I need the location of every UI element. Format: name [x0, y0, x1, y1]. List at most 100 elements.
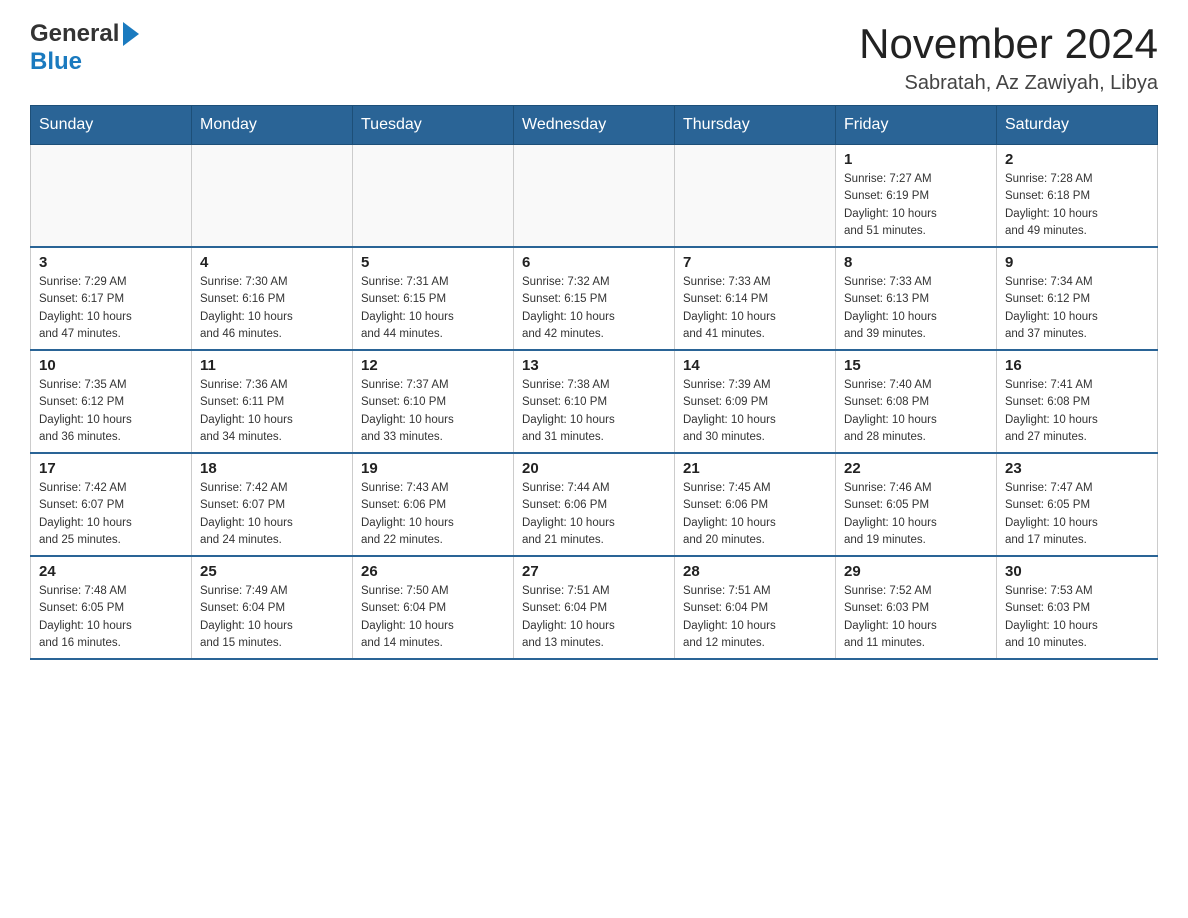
day-number: 17 — [39, 460, 183, 477]
calendar-cell: 12 Sunrise: 7:37 AM Sunset: 6:10 PM Dayli… — [353, 350, 514, 453]
calendar-week-row: 17 Sunrise: 7:42 AM Sunset: 6:07 PM Dayli… — [31, 453, 1158, 556]
day-number: 6 — [522, 254, 666, 271]
calendar-cell: 10 Sunrise: 7:35 AM Sunset: 6:12 PM Dayli… — [31, 350, 192, 453]
weekday-header-tuesday: Tuesday — [353, 106, 514, 145]
calendar-cell: 15 Sunrise: 7:40 AM Sunset: 6:08 PM Dayli… — [836, 350, 997, 453]
weekday-header-thursday: Thursday — [675, 106, 836, 145]
calendar-cell: 26Sunrise: 7:50 AM Sunset: 6:04 PM Dayli… — [353, 556, 514, 659]
calendar-cell: 19 Sunrise: 7:43 AM Sunset: 6:06 PM Dayli… — [353, 453, 514, 556]
calendar-week-row: 24 Sunrise: 7:48 AM Sunset: 6:05 PM Dayli… — [31, 556, 1158, 659]
calendar-cell: 27Sunrise: 7:51 AM Sunset: 6:04 PM Dayli… — [514, 556, 675, 659]
calendar-cell — [514, 145, 675, 248]
day-info: Sunrise: 7:45 AM Sunset: 6:06 PM Dayligh… — [683, 480, 827, 549]
day-number: 18 — [200, 460, 344, 477]
calendar-cell: 13Sunrise: 7:38 AM Sunset: 6:10 PM Dayli… — [514, 350, 675, 453]
day-number: 25 — [200, 563, 344, 580]
day-info: Sunrise: 7:47 AM Sunset: 6:05 PM Dayligh… — [1005, 480, 1149, 549]
day-info: Sunrise: 7:33 AM Sunset: 6:13 PM Dayligh… — [844, 274, 988, 343]
day-number: 20 — [522, 460, 666, 477]
calendar-cell: 18 Sunrise: 7:42 AM Sunset: 6:07 PM Dayli… — [192, 453, 353, 556]
weekday-header-monday: Monday — [192, 106, 353, 145]
weekday-header-friday: Friday — [836, 106, 997, 145]
calendar-cell: 28Sunrise: 7:51 AM Sunset: 6:04 PM Dayli… — [675, 556, 836, 659]
calendar-week-row: 3 Sunrise: 7:29 AM Sunset: 6:17 PM Daylig… — [31, 247, 1158, 350]
day-number: 12 — [361, 357, 505, 374]
calendar-cell — [192, 145, 353, 248]
calendar-cell: 20 Sunrise: 7:44 AM Sunset: 6:06 PM Dayli… — [514, 453, 675, 556]
day-info: Sunrise: 7:29 AM Sunset: 6:17 PM Dayligh… — [39, 274, 183, 343]
day-info: Sunrise: 7:35 AM Sunset: 6:12 PM Dayligh… — [39, 377, 183, 446]
calendar-cell: 21 Sunrise: 7:45 AM Sunset: 6:06 PM Dayli… — [675, 453, 836, 556]
day-number: 8 — [844, 254, 988, 271]
calendar-week-row: 1Sunrise: 7:27 AM Sunset: 6:19 PM Daylig… — [31, 145, 1158, 248]
day-number: 16 — [1005, 357, 1149, 374]
calendar-cell: 2 Sunrise: 7:28 AM Sunset: 6:18 PM Daylig… — [997, 145, 1158, 248]
day-number: 3 — [39, 254, 183, 271]
calendar-cell: 23 Sunrise: 7:47 AM Sunset: 6:05 PM Dayli… — [997, 453, 1158, 556]
calendar-cell: 3 Sunrise: 7:29 AM Sunset: 6:17 PM Daylig… — [31, 247, 192, 350]
calendar-cell: 9 Sunrise: 7:34 AM Sunset: 6:12 PM Daylig… — [997, 247, 1158, 350]
day-number: 9 — [1005, 254, 1149, 271]
day-info: Sunrise: 7:48 AM Sunset: 6:05 PM Dayligh… — [39, 583, 183, 652]
day-info: Sunrise: 7:33 AM Sunset: 6:14 PM Dayligh… — [683, 274, 827, 343]
day-number: 7 — [683, 254, 827, 271]
day-info: Sunrise: 7:44 AM Sunset: 6:06 PM Dayligh… — [522, 480, 666, 549]
day-number: 4 — [200, 254, 344, 271]
day-info: Sunrise: 7:38 AM Sunset: 6:10 PM Dayligh… — [522, 377, 666, 446]
calendar-cell: 29 Sunrise: 7:52 AM Sunset: 6:03 PM Dayli… — [836, 556, 997, 659]
day-info: Sunrise: 7:40 AM Sunset: 6:08 PM Dayligh… — [844, 377, 988, 446]
logo-blue-text: Blue — [30, 48, 82, 75]
page-title: November 2024 — [859, 20, 1158, 68]
calendar-cell: 6 Sunrise: 7:32 AM Sunset: 6:15 PM Daylig… — [514, 247, 675, 350]
day-number: 2 — [1005, 151, 1149, 168]
day-info: Sunrise: 7:52 AM Sunset: 6:03 PM Dayligh… — [844, 583, 988, 652]
page-header: General Blue November 2024 Sabratah, Az … — [30, 20, 1158, 95]
day-info: Sunrise: 7:53 AM Sunset: 6:03 PM Dayligh… — [1005, 583, 1149, 652]
calendar-cell: 7 Sunrise: 7:33 AM Sunset: 6:14 PM Daylig… — [675, 247, 836, 350]
day-info: Sunrise: 7:42 AM Sunset: 6:07 PM Dayligh… — [200, 480, 344, 549]
day-info: Sunrise: 7:37 AM Sunset: 6:10 PM Dayligh… — [361, 377, 505, 446]
day-number: 26 — [361, 563, 505, 580]
day-number: 23 — [1005, 460, 1149, 477]
calendar-cell: 5Sunrise: 7:31 AM Sunset: 6:15 PM Daylig… — [353, 247, 514, 350]
day-number: 15 — [844, 357, 988, 374]
day-number: 29 — [844, 563, 988, 580]
day-number: 24 — [39, 563, 183, 580]
day-number: 14 — [683, 357, 827, 374]
day-info: Sunrise: 7:46 AM Sunset: 6:05 PM Dayligh… — [844, 480, 988, 549]
day-number: 19 — [361, 460, 505, 477]
logo: General Blue — [30, 20, 139, 76]
day-number: 11 — [200, 357, 344, 374]
day-info: Sunrise: 7:51 AM Sunset: 6:04 PM Dayligh… — [522, 583, 666, 652]
calendar-header-row: SundayMondayTuesdayWednesdayThursdayFrid… — [31, 106, 1158, 145]
day-info: Sunrise: 7:28 AM Sunset: 6:18 PM Dayligh… — [1005, 171, 1149, 240]
logo-arrow-icon — [123, 22, 139, 46]
calendar-cell: 17 Sunrise: 7:42 AM Sunset: 6:07 PM Dayli… — [31, 453, 192, 556]
weekday-header-saturday: Saturday — [997, 106, 1158, 145]
day-number: 28 — [683, 563, 827, 580]
calendar-cell: 22 Sunrise: 7:46 AM Sunset: 6:05 PM Dayli… — [836, 453, 997, 556]
calendar-cell: 16 Sunrise: 7:41 AM Sunset: 6:08 PM Dayli… — [997, 350, 1158, 453]
weekday-header-wednesday: Wednesday — [514, 106, 675, 145]
day-info: Sunrise: 7:41 AM Sunset: 6:08 PM Dayligh… — [1005, 377, 1149, 446]
calendar-cell: 30Sunrise: 7:53 AM Sunset: 6:03 PM Dayli… — [997, 556, 1158, 659]
day-info: Sunrise: 7:32 AM Sunset: 6:15 PM Dayligh… — [522, 274, 666, 343]
day-number: 22 — [844, 460, 988, 477]
day-info: Sunrise: 7:42 AM Sunset: 6:07 PM Dayligh… — [39, 480, 183, 549]
day-info: Sunrise: 7:43 AM Sunset: 6:06 PM Dayligh… — [361, 480, 505, 549]
calendar-cell — [675, 145, 836, 248]
calendar-cell: 4 Sunrise: 7:30 AM Sunset: 6:16 PM Daylig… — [192, 247, 353, 350]
calendar-cell — [353, 145, 514, 248]
day-info: Sunrise: 7:31 AM Sunset: 6:15 PM Dayligh… — [361, 274, 505, 343]
day-info: Sunrise: 7:36 AM Sunset: 6:11 PM Dayligh… — [200, 377, 344, 446]
calendar-table: SundayMondayTuesdayWednesdayThursdayFrid… — [30, 105, 1158, 660]
day-number: 1 — [844, 151, 988, 168]
day-number: 21 — [683, 460, 827, 477]
logo-general-text: General — [30, 20, 119, 48]
day-info: Sunrise: 7:34 AM Sunset: 6:12 PM Dayligh… — [1005, 274, 1149, 343]
title-block: November 2024 Sabratah, Az Zawiyah, Liby… — [859, 20, 1158, 95]
day-info: Sunrise: 7:39 AM Sunset: 6:09 PM Dayligh… — [683, 377, 827, 446]
day-info: Sunrise: 7:30 AM Sunset: 6:16 PM Dayligh… — [200, 274, 344, 343]
day-number: 10 — [39, 357, 183, 374]
day-info: Sunrise: 7:49 AM Sunset: 6:04 PM Dayligh… — [200, 583, 344, 652]
